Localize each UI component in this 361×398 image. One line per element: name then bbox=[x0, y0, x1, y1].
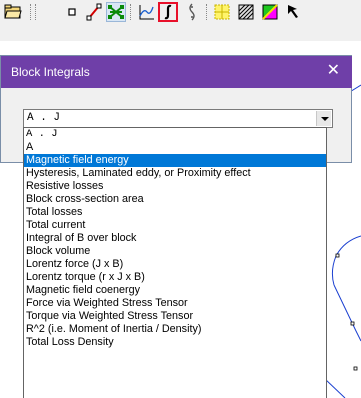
list-item[interactable]: Total current bbox=[24, 219, 326, 232]
hatch-icon[interactable] bbox=[236, 2, 256, 22]
plot-icon[interactable] bbox=[136, 2, 156, 22]
list-item[interactable]: Hysteresis, Laminated eddy, or Proximity… bbox=[24, 167, 326, 180]
list-item[interactable]: Total Loss Density bbox=[24, 336, 326, 349]
list-item[interactable]: A bbox=[24, 141, 326, 154]
list-item[interactable]: Magnetic field energy bbox=[24, 154, 326, 167]
list-item[interactable]: Magnetic field coenergy bbox=[24, 284, 326, 297]
integral-type-dropdown: A . J A Magnetic field energy Hysteresis… bbox=[23, 127, 327, 398]
integral-type-selected: A . J bbox=[27, 112, 61, 124]
select-area-icon[interactable] bbox=[212, 2, 232, 22]
chevron-down-icon[interactable] bbox=[316, 111, 331, 126]
list-item[interactable]: Block volume bbox=[24, 245, 326, 258]
distribution-icon[interactable] bbox=[182, 2, 202, 22]
integral-type-select[interactable]: A . J bbox=[23, 109, 333, 128]
toolbar-separator bbox=[130, 4, 132, 20]
node-mode-icon[interactable] bbox=[62, 2, 82, 22]
open-folder-icon[interactable] bbox=[3, 2, 23, 22]
list-item[interactable]: Lorentz torque (r x J x B) bbox=[24, 271, 326, 284]
toolbar-separator bbox=[30, 4, 32, 20]
list-item[interactable]: Block cross-section area bbox=[24, 193, 326, 206]
list-item[interactable]: A . J bbox=[24, 128, 326, 141]
list-item[interactable]: Resistive losses bbox=[24, 180, 326, 193]
list-item[interactable]: Torque via Weighted Stress Tensor bbox=[24, 310, 326, 323]
list-item[interactable]: Total losses bbox=[24, 206, 326, 219]
toolbar-separator bbox=[35, 4, 37, 20]
toolbar-separator bbox=[206, 4, 208, 20]
dialog-title-bar: Block Integrals ✕ bbox=[1, 56, 352, 88]
list-item[interactable]: R^2 (i.e. Moment of Inertia / Density) bbox=[24, 323, 326, 336]
dialog-title: Block Integrals bbox=[11, 65, 90, 79]
list-item[interactable]: Integral of B over block bbox=[24, 232, 326, 245]
close-icon[interactable]: ✕ bbox=[327, 61, 340, 81]
segment-mode-icon[interactable] bbox=[84, 2, 104, 22]
toolbar bbox=[0, 0, 361, 41]
arrow-icon[interactable] bbox=[284, 2, 304, 22]
list-item[interactable]: Lorentz force (J x B) bbox=[24, 258, 326, 271]
color-block-icon[interactable] bbox=[260, 2, 280, 22]
block-label-mode-icon[interactable] bbox=[106, 2, 126, 22]
block-integral-icon[interactable] bbox=[158, 2, 178, 22]
list-item[interactable]: Force via Weighted Stress Tensor bbox=[24, 297, 326, 310]
